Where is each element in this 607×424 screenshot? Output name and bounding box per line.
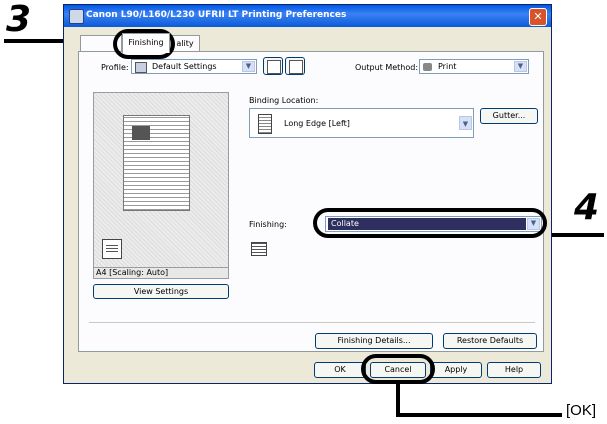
page-preview <box>93 92 229 268</box>
window-title: Canon L90/L160/L230 UFRII LT Printing Pr… <box>86 10 347 20</box>
gutter-button[interactable]: Gutter... <box>480 108 538 124</box>
tab-finishing[interactable]: Finishing <box>122 33 170 53</box>
output-method-value: Print <box>438 62 457 71</box>
chevron-down-icon: ▼ <box>242 61 255 72</box>
printer-icon <box>69 9 84 24</box>
binding-location-value: Long Edge [Left] <box>284 119 350 128</box>
page-graphic-icon <box>132 126 150 140</box>
step-4-line <box>544 233 604 237</box>
binding-location-select[interactable]: Long Edge [Left] ▼ <box>249 108 474 138</box>
profile-value: Default Settings <box>152 62 217 71</box>
edit-profile-button[interactable] <box>285 57 305 75</box>
ok-callout-label: [OK] <box>566 402 597 419</box>
finishing-panel: Profile: Default Settings ▼ Output Metho… <box>78 51 544 352</box>
apply-button[interactable]: Apply <box>430 362 482 378</box>
panel-divider <box>89 322 535 323</box>
chevron-down-icon: ▼ <box>459 116 472 130</box>
view-settings-button[interactable]: View Settings <box>93 284 229 299</box>
close-button[interactable]: ✕ <box>529 8 547 26</box>
help-button[interactable]: Help <box>487 362 541 378</box>
add-profile-button[interactable] <box>263 57 283 75</box>
profile-label: Profile: <box>101 63 129 72</box>
restore-defaults-button[interactable]: Restore Defaults <box>443 333 537 349</box>
title-bar: Canon L90/L160/L230 UFRII LT Printing Pr… <box>64 5 551 27</box>
profile-select[interactable]: Default Settings ▼ <box>131 59 257 74</box>
collate-stack-icon <box>102 239 122 259</box>
finishing-select-highlight <box>313 208 547 238</box>
finishing-details-button[interactable]: Finishing Details... <box>315 333 433 349</box>
ok-pointer-horizontal <box>396 413 562 417</box>
finishing-collate-icon <box>251 236 269 256</box>
ok-pointer-vertical <box>396 381 400 417</box>
step-3-marker: 3 <box>6 0 32 40</box>
document-binding-icon <box>258 114 272 134</box>
cancel-button-highlight <box>361 354 435 384</box>
chevron-down-icon: ▼ <box>514 61 527 72</box>
preview-caption: A4 [Scaling: Auto] <box>93 268 229 279</box>
step-4-marker: 4 <box>574 187 600 228</box>
page-thumbnail <box>123 115 190 211</box>
print-icon <box>423 63 432 71</box>
binding-location-label: Binding Location: <box>249 96 319 105</box>
profile-icon <box>135 62 147 73</box>
add-profile-icon <box>267 60 281 74</box>
printing-preferences-dialog: Canon L90/L160/L230 UFRII LT Printing Pr… <box>63 4 552 384</box>
edit-profile-icon <box>289 60 303 74</box>
ok-button[interactable]: OK <box>314 362 366 378</box>
output-method-select[interactable]: Print ▼ <box>419 59 529 74</box>
finishing-label: Finishing: <box>249 220 287 229</box>
output-method-label: Output Method: <box>355 63 419 72</box>
